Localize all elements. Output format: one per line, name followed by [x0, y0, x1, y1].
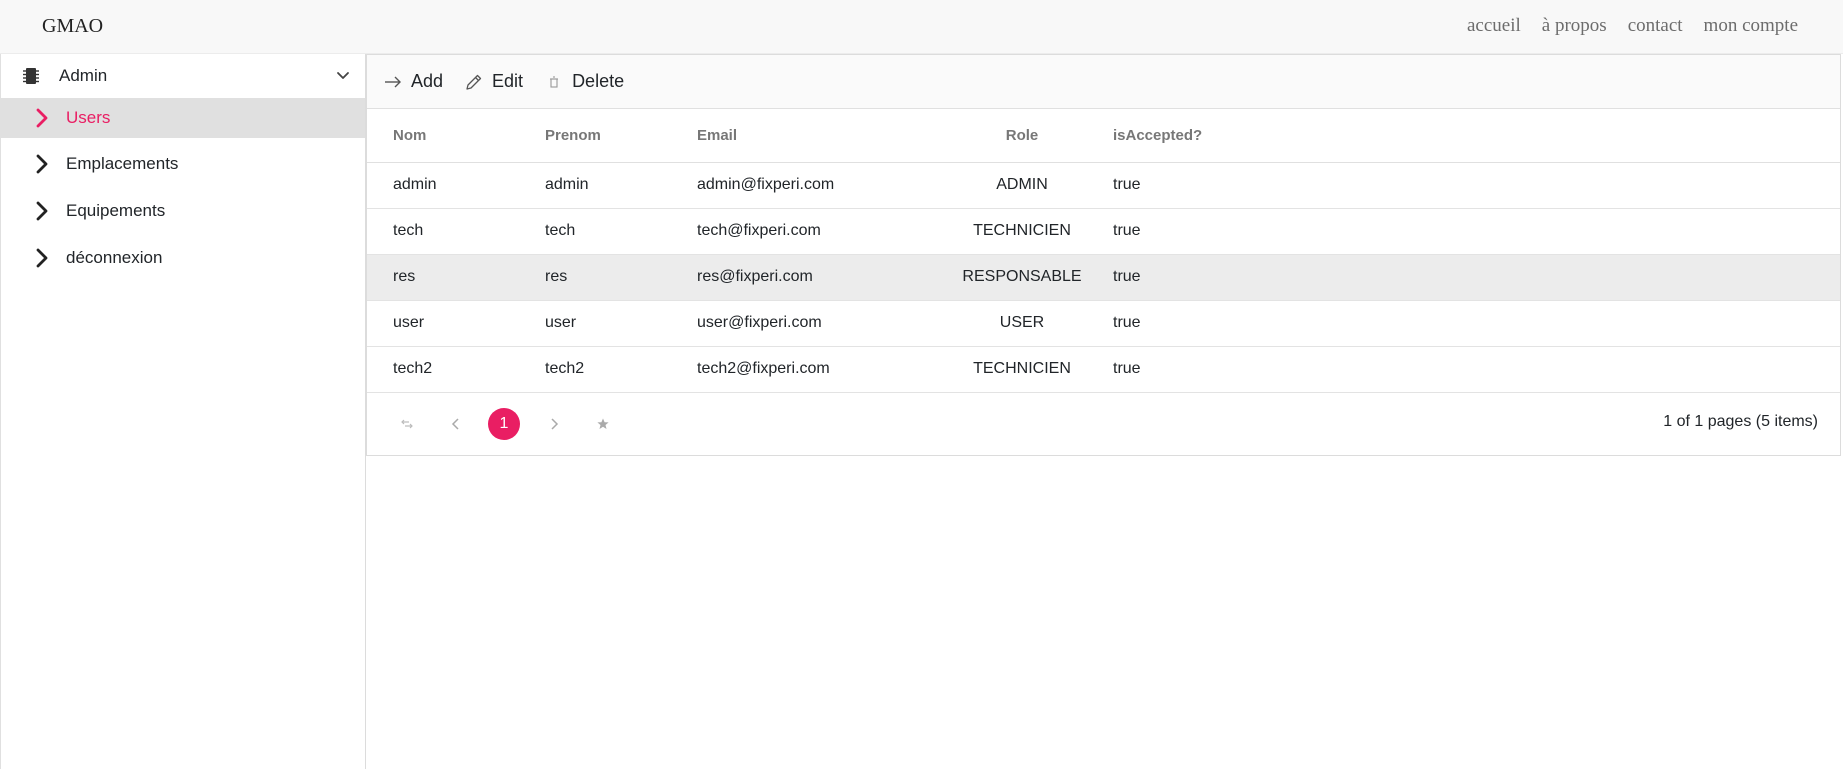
cell-email: admin@fixperi.com [697, 162, 947, 209]
chevron-right-icon [31, 200, 53, 222]
chevron-down-icon[interactable] [333, 66, 353, 86]
cell-email: user@fixperi.com [697, 300, 947, 347]
prev-page-icon[interactable] [440, 408, 472, 440]
cell-email: tech@fixperi.com [697, 208, 947, 255]
edit-button[interactable]: Edit [465, 71, 523, 92]
nav-link-a-propos[interactable]: à propos [1542, 15, 1607, 37]
table-row[interactable]: tech2 tech2 tech2@fixperi.com TECHNICIEN… [367, 346, 1840, 393]
nav-links: accueil à propos contact mon compte [1467, 15, 1798, 37]
table-row[interactable]: admin admin admin@fixperi.com ADMIN true [367, 162, 1840, 209]
users-grid: Add Edit Delete Nom Prenom Email Role is… [366, 54, 1841, 456]
delete-button-label: Delete [572, 71, 625, 91]
chip-icon [23, 66, 39, 86]
pager: 1 1 of 1 pages (5 items) [367, 393, 1840, 453]
table-row[interactable]: user user user@fixperi.com USER true [367, 300, 1840, 347]
sidebar-group-label: Admin [59, 66, 108, 85]
sidebar-item-label: Equipements [66, 201, 166, 220]
grid-toolbar: Add Edit Delete [367, 55, 1840, 109]
cell-isaccepted: true [1097, 346, 1840, 393]
users-table: Nom Prenom Email Role isAccepted? admin … [367, 109, 1840, 393]
pencil-icon [465, 73, 483, 91]
cell-role: TECHNICIEN [947, 208, 1097, 255]
nav-link-mon-compte[interactable]: mon compte [1704, 15, 1798, 37]
page-button-current[interactable]: 1 [488, 407, 520, 440]
cell-role: TECHNICIEN [947, 346, 1097, 393]
brand-logo[interactable]: GMAO [42, 15, 103, 38]
delete-button[interactable]: Delete [545, 71, 624, 92]
column-header-email[interactable]: Email [697, 109, 947, 163]
chevron-right-icon [31, 107, 53, 129]
column-header-nom[interactable]: Nom [367, 109, 545, 163]
trash-icon [545, 73, 563, 91]
cell-nom: tech [367, 208, 545, 255]
add-button-label: Add [411, 71, 444, 91]
cell-isaccepted: true [1097, 162, 1840, 209]
next-page-icon[interactable] [538, 408, 570, 440]
sidebar-item-equipements[interactable]: Equipements [1, 189, 365, 233]
cell-prenom: res [545, 254, 697, 301]
cell-prenom: admin [545, 162, 697, 209]
cell-nom: tech2 [367, 346, 545, 393]
cell-prenom: tech [545, 208, 697, 255]
column-header-role[interactable]: Role [947, 109, 1097, 163]
cell-isaccepted: true [1097, 208, 1840, 255]
cell-email: res@fixperi.com [697, 254, 947, 301]
cell-email: tech2@fixperi.com [697, 346, 947, 393]
pager-info: 1 of 1 pages (5 items) [1663, 412, 1818, 430]
sidebar-item-deconnexion[interactable]: déconnexion [1, 236, 365, 280]
table-row[interactable]: tech tech tech@fixperi.com TECHNICIEN tr… [367, 208, 1840, 255]
table-header-row: Nom Prenom Email Role isAccepted? [367, 109, 1840, 163]
last-page-icon[interactable] [587, 408, 619, 440]
nav-link-accueil[interactable]: accueil [1467, 15, 1521, 37]
chevron-right-icon [31, 247, 53, 269]
cell-isaccepted: true [1097, 300, 1840, 347]
first-page-icon[interactable] [391, 408, 423, 440]
cell-nom: admin [367, 162, 545, 209]
cell-prenom: tech2 [545, 346, 697, 393]
cell-role: RESPONSABLE [947, 254, 1097, 301]
chevron-right-icon [31, 153, 53, 175]
table-row[interactable]: res res res@fixperi.com RESPONSABLE true [367, 254, 1840, 301]
column-header-isaccepted[interactable]: isAccepted? [1097, 109, 1840, 163]
arrow-right-icon [384, 73, 402, 91]
cell-role: ADMIN [947, 162, 1097, 209]
sidebar-group-admin[interactable]: Admin [1, 54, 365, 98]
cell-nom: user [367, 300, 545, 347]
sidebar-item-label: déconnexion [66, 248, 163, 267]
cell-nom: res [367, 254, 545, 301]
sidebar: Admin Users Emplacements Equipements déc… [0, 54, 366, 769]
cell-isaccepted: true [1097, 254, 1840, 301]
nav-link-contact[interactable]: contact [1628, 15, 1683, 37]
top-navbar: GMAO accueil à propos contact mon compte [0, 0, 1843, 54]
column-header-prenom[interactable]: Prenom [545, 109, 697, 163]
add-button[interactable]: Add [384, 71, 443, 92]
edit-button-label: Edit [492, 71, 524, 91]
cell-role: USER [947, 300, 1097, 347]
sidebar-item-label: Users [66, 108, 111, 127]
sidebar-item-users[interactable]: Users [1, 98, 365, 138]
sidebar-item-emplacements[interactable]: Emplacements [1, 142, 365, 186]
sidebar-item-label: Emplacements [66, 154, 179, 173]
cell-prenom: user [545, 300, 697, 347]
